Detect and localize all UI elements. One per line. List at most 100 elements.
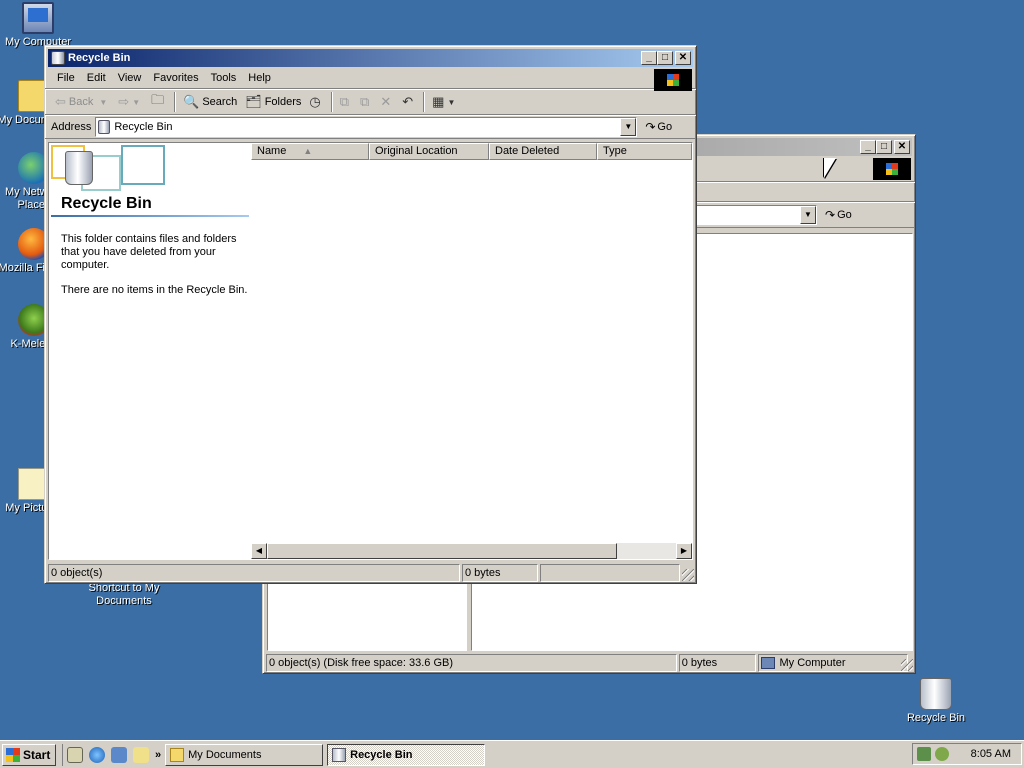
close-button[interactable]: ✕ — [675, 51, 691, 65]
status-zone — [540, 564, 680, 582]
scroll-right-button[interactable]: ▶ — [676, 543, 692, 559]
address-field[interactable]: Recycle Bin ▼ — [95, 117, 638, 137]
scroll-left-button[interactable]: ◀ — [251, 543, 267, 559]
recycle-bin-icon — [65, 151, 93, 185]
recycle-bin-icon — [51, 51, 65, 65]
minimize-button[interactable]: _ — [641, 51, 657, 65]
title-bar[interactable]: Recycle Bin _ □ ✕ — [48, 49, 693, 67]
mouse-cursor-icon — [824, 158, 836, 178]
computer-icon — [761, 657, 776, 669]
resize-grip[interactable] — [901, 659, 913, 671]
search-button[interactable]: 🔍 Search — [179, 91, 241, 113]
menu-view[interactable]: View — [112, 72, 148, 84]
address-dropdown-button[interactable]: ▼ — [800, 206, 816, 224]
address-label: Address — [51, 121, 92, 133]
internet-explorer-icon[interactable] — [89, 746, 105, 763]
search-icon: 🔍 — [183, 94, 200, 109]
up-folder-button[interactable]: 🗀 — [147, 91, 171, 113]
back-label: Back — [68, 96, 94, 108]
minimize-button[interactable]: _ — [860, 140, 876, 154]
copy-to-button[interactable]: ⧉ — [356, 91, 376, 113]
computer-icon — [22, 2, 54, 34]
menu-favorites[interactable]: Favorites — [147, 72, 204, 84]
folder-view[interactable]: Recycle Bin This folder contains files a… — [48, 142, 693, 560]
chevron-more-icon[interactable]: » — [155, 749, 161, 761]
toolbar: ⇦ Back ▼ ⇨ ▼ 🗀 🔍 Search 🗂 Folders ◷ ⧉ ⧉ — [45, 89, 696, 115]
recycle-bin-icon — [332, 747, 347, 762]
go-arrow-icon: ↷ — [645, 120, 656, 134]
volume-tray-icon[interactable] — [935, 747, 949, 761]
taskbar: Start » My Documents Recycle Bin 8:05 AM — [0, 740, 1024, 768]
back-arrow-icon: ⇦ — [55, 94, 66, 109]
sort-ascending-icon: ▲ — [303, 146, 313, 156]
move-to-button[interactable]: ⧉ — [336, 91, 356, 113]
go-arrow-icon: ↷ — [825, 208, 836, 222]
web-view-pane: Recycle Bin This folder contains files a… — [49, 143, 251, 559]
scroll-thumb[interactable] — [267, 543, 617, 559]
clock[interactable]: 8:05 AM — [971, 748, 1011, 760]
pane-description: This folder contains files and folders t… — [61, 233, 237, 271]
windows-logo-icon — [654, 69, 692, 91]
menu-tools[interactable]: Tools — [205, 72, 243, 84]
maximize-button[interactable]: □ — [657, 51, 673, 65]
outlook-express-icon[interactable] — [111, 746, 127, 763]
chevron-down-icon: ▼ — [132, 97, 141, 107]
chevron-down-icon: ▼ — [447, 97, 456, 107]
resize-grip[interactable] — [682, 569, 694, 581]
address-dropdown-button[interactable]: ▼ — [620, 118, 637, 136]
go-label: Go — [837, 209, 852, 221]
menu-edit[interactable]: Edit — [81, 72, 112, 84]
desktop-icon-label: Shortcut to My Documents — [88, 582, 160, 607]
desktop-icon-label: Recycle Bin — [906, 712, 966, 724]
folders-button[interactable]: 🗂 Folders — [241, 91, 305, 113]
undo-icon: ↶ — [402, 94, 414, 109]
back-button[interactable]: ⇦ Back ▼ — [51, 91, 114, 113]
show-desktop-icon[interactable] — [67, 746, 83, 763]
close-button[interactable]: ✕ — [894, 140, 910, 154]
go-button[interactable]: ↷ Go — [825, 208, 852, 222]
task-recycle-bin[interactable]: Recycle Bin — [327, 743, 486, 766]
horizontal-scrollbar[interactable]: ◀ ▶ — [251, 543, 692, 559]
quick-launch: » — [62, 743, 161, 766]
recycle-bin-icon — [920, 678, 952, 710]
forward-button[interactable]: ⇨ ▼ — [114, 91, 147, 113]
recycle-bin-window[interactable]: Recycle Bin _ □ ✕ File Edit View Favorit… — [44, 45, 697, 584]
status-objects: 0 object(s) — [48, 564, 460, 582]
folders-label: Folders — [264, 96, 302, 108]
windows-logo-icon — [873, 158, 911, 180]
column-type[interactable]: Type — [597, 143, 692, 160]
undo-button[interactable]: ↶ — [398, 91, 420, 113]
menu-file[interactable]: File — [51, 72, 81, 84]
search-icon[interactable] — [133, 746, 149, 763]
status-zone: My Computer — [758, 654, 908, 672]
desktop-icon-shortcut-my-documents[interactable]: Shortcut to My Documents — [84, 582, 164, 608]
views-button[interactable]: ▦ ▼ — [428, 91, 462, 113]
folder-icon — [170, 747, 185, 762]
folders-icon: 🗂 — [245, 94, 262, 109]
column-original-location[interactable]: Original Location — [369, 143, 489, 160]
status-size: 0 bytes — [678, 654, 757, 672]
start-button[interactable]: Start — [2, 743, 56, 766]
history-button[interactable]: ◷ — [305, 91, 327, 113]
empty-message: There are no items in the Recycle Bin. — [61, 284, 248, 296]
pane-title: Recycle Bin — [61, 195, 152, 212]
delete-button[interactable]: ✕ — [376, 91, 398, 113]
desktop-icon-my-computer[interactable]: My Computer — [0, 2, 76, 49]
history-icon: ◷ — [309, 94, 321, 109]
views-icon: ▦ — [432, 94, 445, 109]
maximize-button[interactable]: □ — [876, 140, 892, 154]
recycle-bin-banner — [51, 145, 171, 193]
forward-arrow-icon: ⇨ — [118, 94, 130, 109]
start-label: Start — [23, 747, 51, 762]
desktop-icon-recycle-bin[interactable]: Recycle Bin — [898, 678, 974, 725]
status-bar: 0 object(s) (Disk free space: 33.6 GB) 0… — [266, 653, 910, 673]
task-my-documents[interactable]: My Documents — [165, 743, 324, 766]
column-date-deleted[interactable]: Date Deleted — [489, 143, 597, 160]
menu-help[interactable]: Help — [242, 72, 277, 84]
list-header: Name ▲ Original Location Date Deleted Ty… — [251, 143, 692, 160]
column-name[interactable]: Name ▲ — [251, 143, 369, 160]
network-tray-icon[interactable] — [917, 747, 931, 761]
status-bar: 0 object(s) 0 bytes — [48, 563, 693, 583]
menu-bar: File Edit View Favorites Tools Help — [45, 67, 696, 91]
go-button[interactable]: ↷ Go — [645, 120, 672, 134]
